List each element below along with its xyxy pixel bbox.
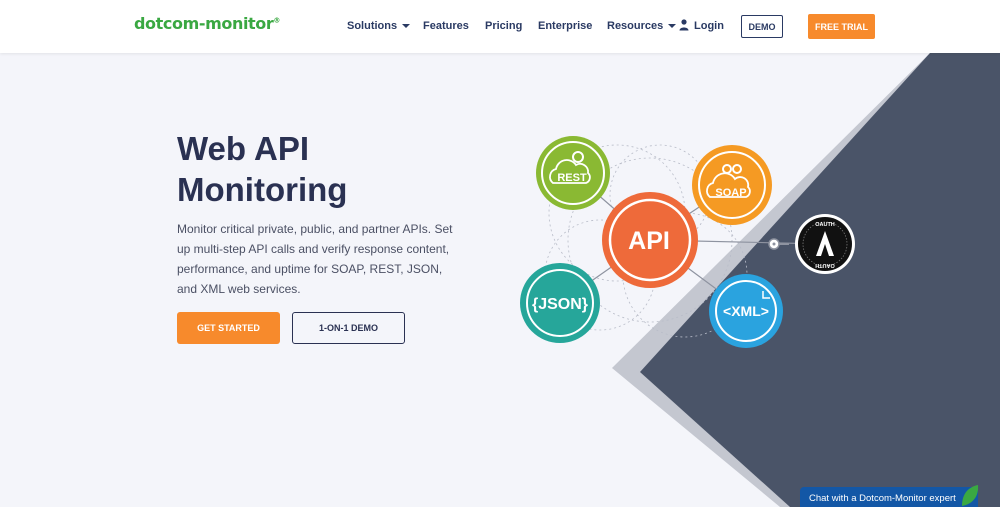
user-icon [679, 19, 689, 31]
registered-mark: ® [273, 16, 280, 25]
caret-down-icon [402, 24, 411, 29]
one-on-one-demo-button[interactable]: 1-ON-1 DEMO [292, 312, 405, 344]
api-diagram: REST SOAP {JSON} <XML> API OAUTH OAUTH [520, 136, 855, 348]
nav-enterprise[interactable]: Enterprise [538, 20, 592, 32]
nav-pricing[interactable]: Pricing [485, 20, 522, 32]
page-title: Web API Monitoring [177, 130, 348, 208]
soap-label: SOAP [715, 187, 746, 199]
caret-down-icon [668, 24, 677, 29]
get-started-button[interactable]: GET STARTED [177, 312, 280, 344]
rest-label: REST [557, 172, 587, 184]
key-icon [768, 238, 789, 250]
chat-widget-tab[interactable]: Chat with a Dotcom-Monitor expert [800, 487, 978, 507]
site-header: dotcom-monitor® Solutions Features Prici… [0, 0, 1000, 53]
xml-label: <XML> [723, 303, 769, 319]
json-label: {JSON} [532, 296, 588, 313]
nav-label: Features [423, 20, 469, 32]
logo-text: dotcom-monitor [134, 14, 274, 33]
nav-solutions[interactable]: Solutions [347, 20, 411, 32]
nav-label: Pricing [485, 20, 523, 32]
nav-features[interactable]: Features [423, 20, 469, 32]
free-trial-button[interactable]: FREE TRIAL [808, 14, 875, 39]
demo-button[interactable]: DEMO [741, 15, 783, 38]
json-node: {JSON} [520, 263, 600, 343]
nav-label: Resources [607, 20, 664, 32]
oauth-top-label: OAUTH [815, 222, 835, 228]
leaf-icon [962, 485, 979, 506]
soap-node: SOAP [692, 145, 772, 225]
xml-node: <XML> [709, 274, 783, 348]
nav-resources[interactable]: Resources [607, 20, 677, 32]
api-node: API [602, 192, 698, 288]
hero-description: Monitor critical private, public, and pa… [177, 222, 453, 296]
logo[interactable]: dotcom-monitor® [134, 14, 280, 33]
nav-label: Solutions [347, 20, 398, 32]
oauth-bottom-label: OAUTH [815, 262, 835, 268]
rest-node: REST [536, 136, 610, 210]
oauth-logo: OAUTH OAUTH [795, 214, 855, 274]
nav-label: Enterprise [538, 20, 593, 32]
login-label: Login [694, 20, 724, 32]
api-label: API [628, 227, 670, 255]
login-link[interactable]: Login [694, 20, 724, 32]
